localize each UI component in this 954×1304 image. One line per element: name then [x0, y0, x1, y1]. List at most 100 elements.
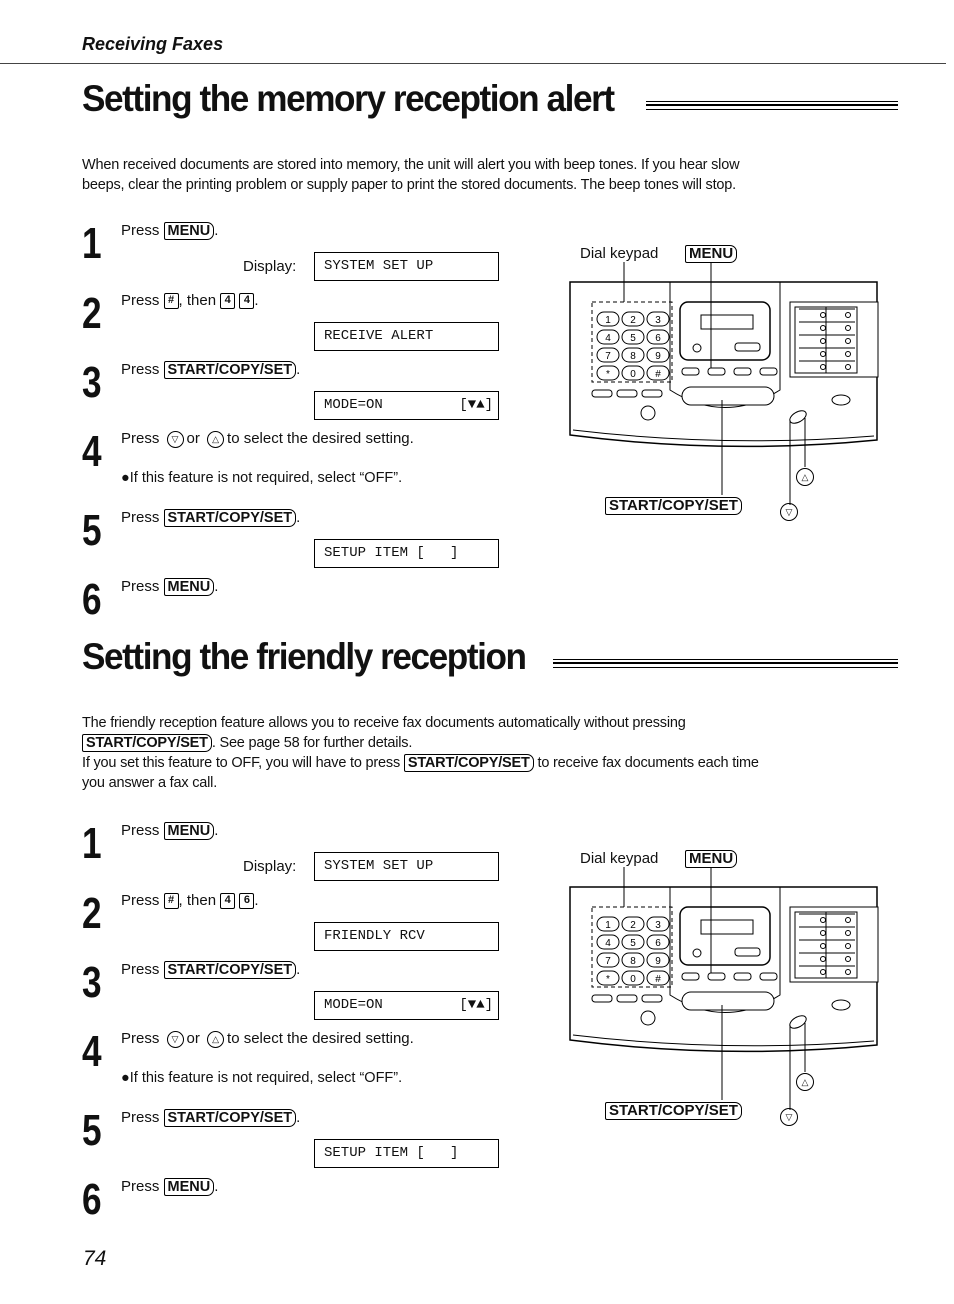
svg-text:*: * [606, 369, 610, 380]
step-instruction: Press MENU. [121, 578, 219, 596]
keypad-key: 7 [596, 952, 620, 968]
fax-panel-illustration: 1 2 3 4 5 6 7 8 9 * 0 # [569, 867, 879, 1110]
svg-text:0: 0 [630, 974, 636, 985]
svg-text:3: 3 [655, 920, 661, 931]
step-instruction: Press ▽ or △ to select the desired setting… [121, 430, 414, 448]
svg-text:2: 2 [630, 920, 636, 931]
section-heading: Setting the friendly reception [82, 636, 527, 677]
svg-text:9: 9 [655, 956, 661, 967]
svg-text:5: 5 [630, 333, 636, 344]
down-arrow-key-icon: ▽ [166, 430, 184, 448]
step-instruction: Press START/COPY/SET. [121, 361, 301, 379]
keypad-key: * [596, 970, 620, 986]
intro-paragraph: The friendly reception feature allows yo… [82, 715, 759, 791]
section-title-memory-alert: Setting the memory reception alert [82, 78, 899, 120]
start-copy-set-key: START/COPY/SET [163, 509, 297, 527]
step-instruction: Press #, then 4 4. [121, 292, 259, 310]
start-copy-set-key-label: START/COPY/SET [605, 497, 742, 515]
step-number: 5 [82, 506, 102, 555]
keypad-key: 5 [621, 934, 645, 950]
section-heading: Setting the memory reception alert [82, 78, 615, 119]
step-number: 1 [82, 819, 102, 868]
keypad-key: 1 [596, 916, 620, 932]
fax-control-panel-diagram: Dial keypad MENU 123456789*0# [565, 845, 885, 1135]
step-instruction: Press MENU. [121, 222, 219, 240]
svg-text:7: 7 [605, 956, 611, 967]
lcd-display: MODE=ON [▼▲] [314, 991, 499, 1020]
lcd-display: RECEIVE ALERT [314, 322, 499, 351]
step-note: ●If this feature is not required, select… [121, 1070, 403, 1086]
up-arrow-key-icon: △ [796, 468, 814, 486]
menu-key: MENU [163, 578, 215, 596]
keypad-key: 0 [621, 970, 645, 986]
svg-text:2: 2 [630, 315, 636, 326]
step-instruction: Press START/COPY/SET. [121, 509, 301, 527]
title-rule [645, 100, 899, 110]
digit-key: 4 [220, 893, 236, 910]
svg-text:6: 6 [655, 938, 661, 949]
keypad-key: 8 [621, 952, 645, 968]
svg-text:*: * [606, 974, 610, 985]
lcd-display: SYSTEM SET UP [314, 252, 499, 281]
section-title-friendly-reception: Setting the friendly reception [82, 636, 899, 678]
keypad-key: 2 [621, 311, 645, 327]
step-note: ●If this feature is not required, select… [121, 470, 403, 486]
svg-text:1: 1 [605, 315, 611, 326]
menu-key: MENU [163, 822, 215, 840]
keypad-key: 3 [646, 311, 670, 327]
step-instruction: Press START/COPY/SET. [121, 1109, 301, 1127]
keypad-key: * [596, 365, 620, 381]
start-copy-set-key-label: START/COPY/SET [605, 1102, 742, 1120]
keypad-key: 5 [621, 329, 645, 345]
step-number: 2 [82, 889, 102, 938]
start-copy-set-key: START/COPY/SET [163, 361, 297, 379]
keypad-key: 1 [596, 311, 620, 327]
keypad-key: 7 [596, 347, 620, 363]
hash-key: # [163, 293, 179, 310]
svg-text:9: 9 [655, 351, 661, 362]
keypad-key: 3 [646, 916, 670, 932]
svg-text:3: 3 [655, 315, 661, 326]
digit-key: 4 [220, 293, 236, 310]
intro-paragraph: When received documents are stored into … [82, 157, 740, 193]
title-rule [552, 658, 899, 668]
fax-control-panel-diagram: Dial keypad MENU 123456789*0# [565, 240, 885, 530]
step-instruction: Press MENU. [121, 1178, 219, 1196]
svg-text:5: 5 [630, 938, 636, 949]
display-label: Display: [243, 258, 297, 275]
keypad-key: 6 [646, 934, 670, 950]
step-number: 4 [82, 1027, 102, 1076]
start-copy-set-key: START/COPY/SET [82, 734, 212, 752]
lcd-display: SETUP ITEM [ ] [314, 539, 499, 568]
lcd-display: FRIENDLY RCV [314, 922, 499, 951]
svg-text:0: 0 [630, 369, 636, 380]
svg-text:6: 6 [655, 333, 661, 344]
keypad-key: # [646, 970, 670, 986]
svg-text:4: 4 [605, 938, 611, 949]
keypad-key: 6 [646, 329, 670, 345]
down-arrow-key-icon: ▽ [780, 1108, 798, 1126]
step-number: 4 [82, 427, 102, 476]
display-label: Display: [243, 858, 297, 875]
step-instruction: Press #, then 4 6. [121, 892, 259, 910]
keypad-key: 4 [596, 329, 620, 345]
running-header: Receiving Faxes [82, 34, 224, 54]
lcd-display: MODE=ON [▼▲] [314, 391, 499, 420]
hash-key: # [163, 893, 179, 910]
keypad-key: # [646, 365, 670, 381]
step-number: 2 [82, 289, 102, 338]
start-copy-set-key: START/COPY/SET [163, 961, 297, 979]
step-number: 5 [82, 1106, 102, 1155]
digit-key: 6 [239, 893, 255, 910]
page-number: 74 [83, 1247, 107, 1270]
keypad-key: 4 [596, 934, 620, 950]
step-number: 1 [82, 219, 102, 268]
step-number: 3 [82, 958, 102, 1007]
step-number: 6 [82, 575, 102, 624]
svg-text:7: 7 [605, 351, 611, 362]
down-arrow-key-icon: ▽ [166, 1030, 184, 1048]
step-instruction: Press START/COPY/SET. [121, 961, 301, 979]
keypad-key: 0 [621, 365, 645, 381]
fax-panel-illustration: 1 2 3 4 5 6 7 8 9 * 0 # [569, 262, 879, 505]
start-copy-set-key: START/COPY/SET [163, 1109, 297, 1127]
